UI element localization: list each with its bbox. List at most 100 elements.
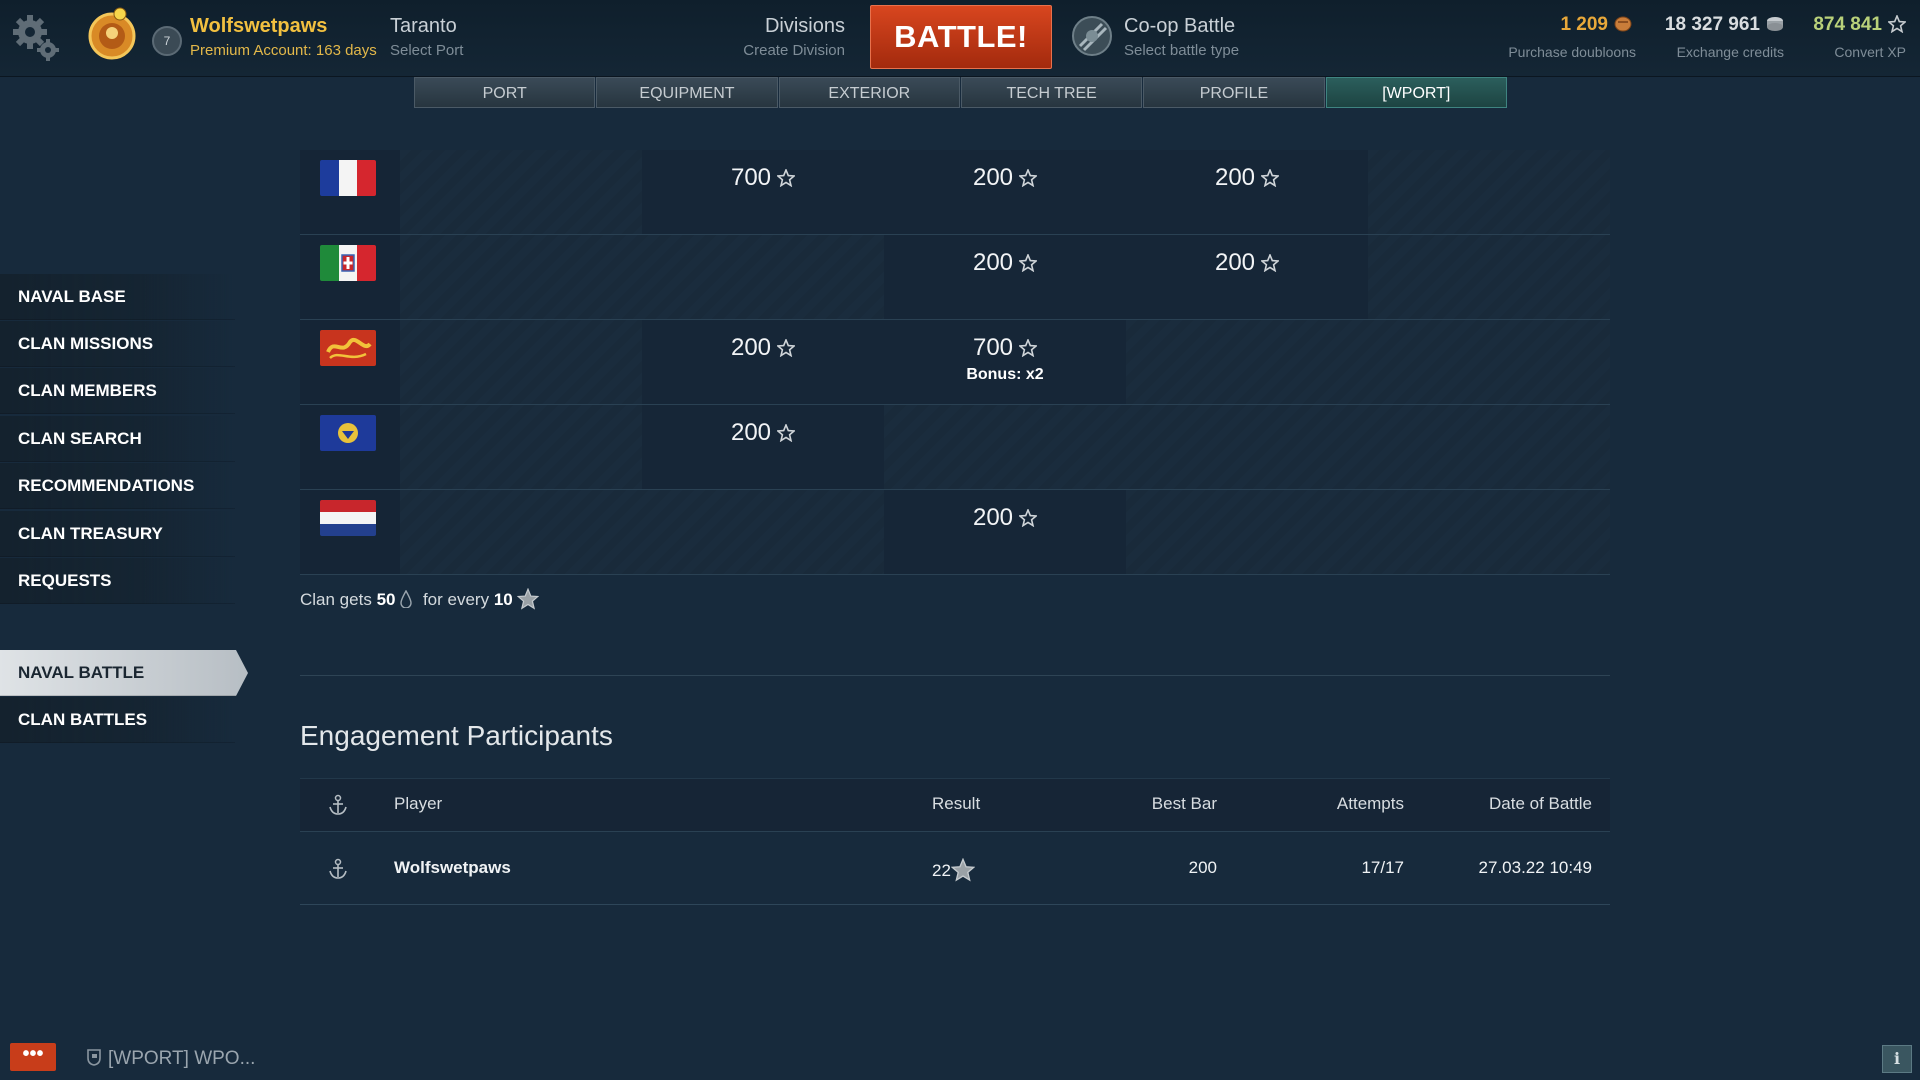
xp-balance: 874 841 bbox=[1790, 14, 1906, 36]
pan-europe-flag-icon bbox=[320, 415, 376, 451]
clan-shield-icon bbox=[87, 1049, 101, 1066]
grid-cell bbox=[400, 490, 884, 574]
battle-date-value: 27.03.22 10:49 bbox=[1478, 858, 1592, 877]
grid-cell: 200 bbox=[1126, 235, 1368, 319]
grid-cell bbox=[400, 320, 642, 404]
doubloon-icon bbox=[1614, 16, 1632, 32]
create-division-link[interactable]: Create Division bbox=[720, 42, 845, 59]
grid-cell bbox=[884, 405, 1610, 489]
anchor-role-icon bbox=[329, 858, 347, 879]
flag-cell bbox=[300, 235, 400, 319]
battle-type-icon[interactable] bbox=[1070, 14, 1114, 58]
select-battle-type-link[interactable]: Select battle type bbox=[1124, 42, 1239, 59]
grid-row-pan-asia: 200 700 Bonus: x2 bbox=[300, 320, 1610, 405]
chat-channel-label: [WPORT] WPO... bbox=[108, 1048, 256, 1069]
table-row[interactable]: Wolfswetpaws 22 200 17/17 27.03.22 10:49 bbox=[300, 832, 1610, 905]
premium-status[interactable]: Premium Account: 163 days bbox=[190, 42, 377, 59]
tab-tech-tree[interactable]: TECH TREE bbox=[960, 77, 1143, 108]
grid-cell: 200 bbox=[884, 490, 1126, 574]
select-port-link[interactable]: Select Port bbox=[390, 42, 463, 59]
star-icon bbox=[950, 857, 976, 882]
header-attempts[interactable]: Attempts bbox=[1270, 794, 1404, 814]
star-icon bbox=[1019, 254, 1038, 272]
sidebar-item-clan-treasury[interactable]: CLAN TREASURY bbox=[0, 511, 235, 557]
chat-button[interactable]: ••• bbox=[10, 1043, 56, 1071]
info-button[interactable]: i bbox=[1882, 1045, 1912, 1073]
clan-gets-prefix: Clan gets bbox=[300, 590, 372, 609]
sidebar-item-clan-missions[interactable]: CLAN MISSIONS bbox=[0, 321, 235, 367]
sidebar-item-naval-base[interactable]: NAVAL BASE bbox=[0, 274, 235, 320]
tab-exterior[interactable]: EXTERIOR bbox=[778, 77, 960, 108]
grid-cell-bonus: 700 Bonus: x2 bbox=[884, 320, 1126, 404]
battle-type-name[interactable]: Co-op Battle bbox=[1124, 15, 1235, 38]
grid-cell: 200 bbox=[884, 150, 1126, 234]
grid-cell bbox=[1126, 320, 1610, 404]
star-value: 200 bbox=[1126, 164, 1368, 192]
divisions-button[interactable]: Divisions bbox=[740, 15, 845, 38]
header-date[interactable]: Date of Battle bbox=[1440, 794, 1592, 814]
exchange-credits-link[interactable]: Exchange credits bbox=[1640, 44, 1784, 60]
star-value: 200 bbox=[1126, 249, 1368, 277]
port-name[interactable]: Taranto bbox=[390, 15, 457, 38]
star-icon bbox=[1019, 339, 1038, 357]
oil-drop-icon bbox=[400, 589, 412, 609]
clan-emblem-icon[interactable] bbox=[86, 6, 138, 62]
star-value: 200 bbox=[884, 504, 1126, 532]
sidebar-item-clan-battles[interactable]: CLAN BATTLES bbox=[0, 697, 235, 743]
grid-row-pan-europe: 200 bbox=[300, 405, 1610, 490]
participants-table: Player Result Best Bar Attempts Date of … bbox=[300, 778, 1610, 905]
italy-flag-icon bbox=[320, 245, 376, 281]
grid-cell bbox=[1126, 490, 1610, 574]
star-value: 700 bbox=[642, 164, 884, 192]
star-value: 200 bbox=[642, 334, 884, 362]
grid-cell bbox=[400, 150, 642, 234]
top-bar: 7 Wolfswetpaws Premium Account: 163 days… bbox=[0, 0, 1920, 77]
flag-cell bbox=[300, 405, 400, 489]
anchor-icon bbox=[329, 794, 347, 815]
player-name[interactable]: Wolfswetpaws bbox=[394, 858, 511, 878]
doubloons-balance: 1 209 bbox=[1520, 14, 1632, 36]
settings-gear-icon[interactable] bbox=[10, 12, 62, 62]
netherlands-flag-icon bbox=[320, 500, 376, 536]
france-flag-icon bbox=[320, 160, 376, 196]
star-value: 200 bbox=[642, 419, 884, 447]
table-header: Player Result Best Bar Attempts Date of … bbox=[300, 778, 1610, 832]
grid-cell: 200 bbox=[1126, 150, 1368, 234]
sidebar-item-requests[interactable]: REQUESTS bbox=[0, 558, 235, 604]
star-icon bbox=[777, 339, 796, 357]
star-icon bbox=[1019, 509, 1038, 527]
convert-xp-link[interactable]: Convert XP bbox=[1800, 44, 1906, 60]
tab-clan[interactable]: [WPORT] bbox=[1325, 77, 1507, 108]
flag-cell bbox=[300, 490, 400, 574]
clan-gets-per: 10 bbox=[493, 590, 513, 609]
clan-gets-amount: 50 bbox=[376, 590, 396, 609]
star-value: 700 bbox=[884, 334, 1126, 362]
xp-star-icon bbox=[1888, 15, 1906, 33]
best-bar-value: 200 bbox=[1188, 858, 1217, 877]
purchase-doubloons-link[interactable]: Purchase doubloons bbox=[1500, 44, 1636, 60]
tab-port[interactable]: PORT bbox=[414, 77, 596, 108]
grid-row-netherlands: 200 bbox=[300, 490, 1610, 575]
account-level-badge: 7 bbox=[152, 26, 182, 56]
sidebar-item-clan-search[interactable]: CLAN SEARCH bbox=[0, 416, 235, 462]
sidebar-item-recommendations[interactable]: RECOMMENDATIONS bbox=[0, 463, 235, 509]
credits-balance: 18 327 961 bbox=[1650, 14, 1784, 36]
battle-button[interactable]: BATTLE! bbox=[870, 5, 1052, 69]
tab-equipment[interactable]: EQUIPMENT bbox=[596, 77, 778, 108]
star-icon bbox=[1261, 254, 1280, 272]
header-result[interactable]: Result bbox=[932, 794, 980, 814]
chat-channel[interactable]: [WPORT] WPO... bbox=[86, 1048, 255, 1070]
tab-profile[interactable]: PROFILE bbox=[1143, 77, 1325, 108]
grid-cell: 200 bbox=[884, 235, 1126, 319]
grid-cell bbox=[400, 235, 884, 319]
header-best-bar[interactable]: Best Bar bbox=[1090, 794, 1217, 814]
sidebar-item-naval-battle[interactable]: NAVAL BATTLE bbox=[0, 650, 248, 696]
star-icon bbox=[1261, 169, 1280, 187]
star-icon bbox=[1019, 169, 1038, 187]
clan-gets-middle: for every bbox=[422, 590, 490, 609]
account-name[interactable]: Wolfswetpaws bbox=[190, 15, 327, 38]
header-player[interactable]: Player bbox=[394, 794, 442, 814]
star-value: 200 bbox=[884, 164, 1126, 192]
grid-cell: 200 bbox=[642, 320, 884, 404]
sidebar-item-clan-members[interactable]: CLAN MEMBERS bbox=[0, 368, 235, 414]
